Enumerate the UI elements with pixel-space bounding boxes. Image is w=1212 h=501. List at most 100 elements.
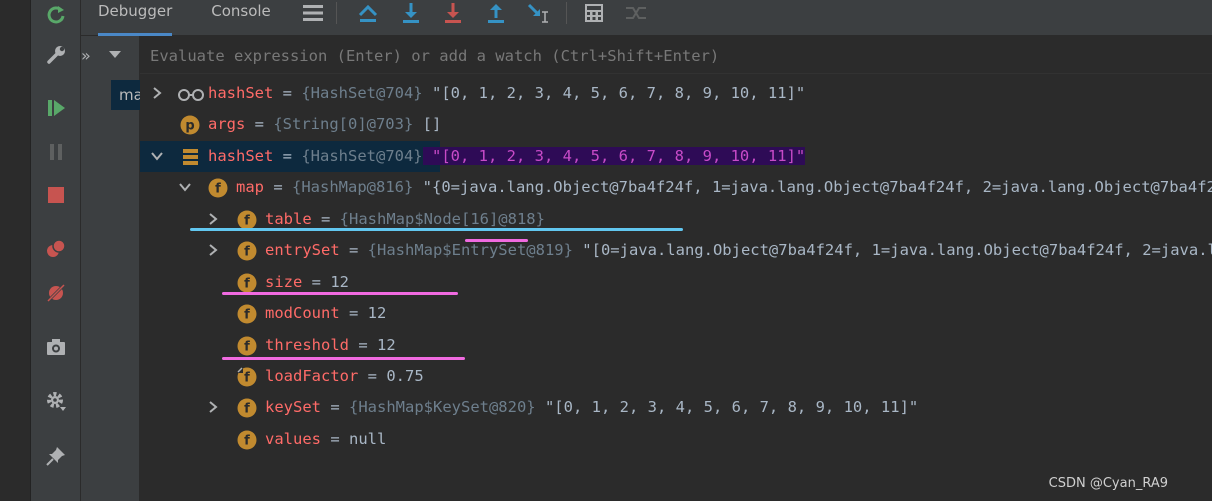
var-value: 12: [367, 304, 387, 322]
chevron-right-icon[interactable]: [206, 400, 220, 414]
variables-tree: hashSet = {HashSet@704} "[0, 1, 2, 3, 4,…: [140, 78, 1212, 501]
field-icon: f: [237, 273, 257, 293]
var-equals: =: [349, 336, 377, 354]
step-over-icon[interactable]: [396, 0, 426, 26]
var-name: entrySet: [265, 241, 340, 259]
frame-label: ma: [119, 86, 140, 104]
field-icon: f: [237, 210, 257, 230]
debug-toolstrip: [31, 0, 81, 501]
var-value: []: [413, 115, 442, 133]
layout-menu-icon[interactable]: [298, 0, 328, 26]
selected-frame[interactable]: ma: [111, 80, 140, 110]
wrench-icon[interactable]: [41, 40, 71, 70]
tree-row-modcount[interactable]: f modCount = 12: [140, 298, 1212, 329]
pin-icon[interactable]: [41, 441, 71, 471]
tree-row-args[interactable]: p args = {String[0]@703} []: [140, 109, 1212, 140]
var-ref: {HashMap$Node[16]@818}: [339, 210, 545, 228]
watermark: CSDN @Cyan_RA9: [1048, 476, 1168, 491]
svg-text:f: f: [244, 245, 250, 260]
var-ref: {HashSet@704}: [301, 147, 423, 165]
tab-label: Console: [211, 2, 271, 20]
var-value: null: [349, 430, 387, 448]
annotation-underline-pink: [222, 357, 465, 360]
svg-text:f: f: [244, 371, 250, 386]
var-name: keySet: [265, 398, 321, 416]
var-name: modCount: [265, 304, 340, 322]
var-name: loadFactor: [265, 367, 359, 385]
field-icon: f: [237, 241, 257, 261]
svg-text:f: f: [244, 340, 250, 355]
run-to-cursor-icon[interactable]: [524, 0, 554, 26]
tree-row-watch-hashset[interactable]: hashSet = {HashSet@704} "[0, 1, 2, 3, 4,…: [140, 78, 1212, 109]
field-icon: f: [237, 304, 257, 324]
collapse-chevrons-icon: »: [81, 45, 91, 65]
tree-row-values[interactable]: f values = null: [140, 424, 1212, 455]
var-value-highlighted: "[0, 1, 2, 3, 4, 5, 6, 7, 8, 9, 10, 11]": [422, 147, 806, 165]
var-value: "{0=java.lang.Object@7ba4f24f, 1=java.la…: [422, 178, 1212, 196]
var-equals: =: [302, 273, 331, 291]
field-icon: f: [208, 178, 228, 198]
svg-text:p: p: [185, 119, 194, 134]
var-value: "[0, 1, 2, 3, 4, 5, 6, 7, 8, 9, 10, 11]": [422, 84, 806, 102]
settings-gear-icon[interactable]: [41, 386, 71, 416]
tree-row-loadfactor[interactable]: f loadFactor = 0.75: [140, 361, 1212, 392]
trace-stream-icon[interactable]: [621, 0, 651, 26]
var-ref: {HashMap$EntrySet@819}: [367, 241, 573, 259]
view-breakpoints-icon[interactable]: [41, 234, 71, 264]
step-out-icon[interactable]: [481, 0, 511, 26]
field-icon: f: [237, 336, 257, 356]
var-ref: {HashMap$KeySet@820}: [349, 398, 536, 416]
var-ref: {HashSet@704}: [301, 84, 423, 102]
stop-icon[interactable]: [41, 180, 71, 210]
var-ref: {String[0]@703}: [273, 115, 414, 133]
svg-text:f: f: [244, 308, 250, 323]
svg-text:f: f: [244, 434, 250, 449]
annotation-underline-pink: [465, 239, 528, 242]
chevron-right-icon[interactable]: [206, 243, 220, 257]
debug-topbar: Debugger Console: [81, 0, 1212, 36]
annotation-underline-pink: [222, 292, 458, 295]
step-into-icon[interactable]: [438, 0, 468, 26]
watch-bar: [140, 36, 1212, 74]
chevron-down-icon[interactable]: [178, 180, 192, 194]
var-name: hashSet: [208, 147, 274, 165]
field-icon: f: [237, 398, 257, 418]
var-value: 0.75: [386, 367, 424, 385]
svg-text:f: f: [244, 277, 250, 292]
tree-row-keyset[interactable]: f keySet = {HashMap$KeySet@820} "[0, 1, …: [140, 392, 1212, 423]
svg-text:f: f: [244, 402, 250, 417]
chevron-right-icon[interactable]: [206, 212, 220, 226]
tree-row-map[interactable]: f map = {HashMap@816} "{0=java.lang.Obje…: [140, 172, 1212, 203]
resume-icon[interactable]: [41, 93, 71, 123]
tab-label: Debugger: [98, 2, 173, 20]
var-equals: =: [264, 178, 292, 196]
evaluate-expression-input[interactable]: [150, 45, 1150, 67]
tab-debugger[interactable]: Debugger: [98, 0, 172, 36]
var-equals: =: [321, 430, 349, 448]
var-value: 12: [330, 273, 349, 291]
mute-breakpoints-icon[interactable]: [41, 278, 71, 308]
frames-toggle[interactable]: »: [81, 36, 140, 74]
var-equals: =: [339, 304, 368, 322]
evaluate-calculator-icon[interactable]: [579, 0, 609, 26]
parameter-icon: p: [180, 115, 200, 135]
svg-text:f: f: [215, 182, 221, 197]
show-execution-point-icon[interactable]: [353, 0, 383, 26]
field-icon: f: [237, 430, 257, 450]
var-equals: =: [339, 241, 368, 259]
dropdown-arrow-icon[interactable]: [108, 51, 121, 59]
var-value: "[0=java.lang.Object@7ba4f24f, 1=java.la…: [582, 241, 1212, 259]
pause-icon[interactable]: [41, 137, 71, 167]
tab-console[interactable]: Console: [204, 0, 278, 36]
var-name: threshold: [265, 336, 349, 354]
var-equals: =: [273, 147, 302, 165]
final-field-icon: f: [237, 367, 257, 387]
chevron-right-icon[interactable]: [150, 86, 164, 100]
watch-glasses-icon: [178, 89, 204, 101]
rerun-icon[interactable]: [41, 0, 71, 30]
var-ref: {HashMap@816}: [292, 178, 414, 196]
chevron-down-icon[interactable]: [150, 149, 164, 163]
tree-row-entryset[interactable]: f entrySet = {HashMap$EntrySet@819} "[0=…: [140, 235, 1212, 266]
tree-row-local-hashset[interactable]: hashSet = {HashSet@704} "[0, 1, 2, 3, 4,…: [140, 141, 885, 172]
camera-icon[interactable]: [41, 332, 71, 362]
